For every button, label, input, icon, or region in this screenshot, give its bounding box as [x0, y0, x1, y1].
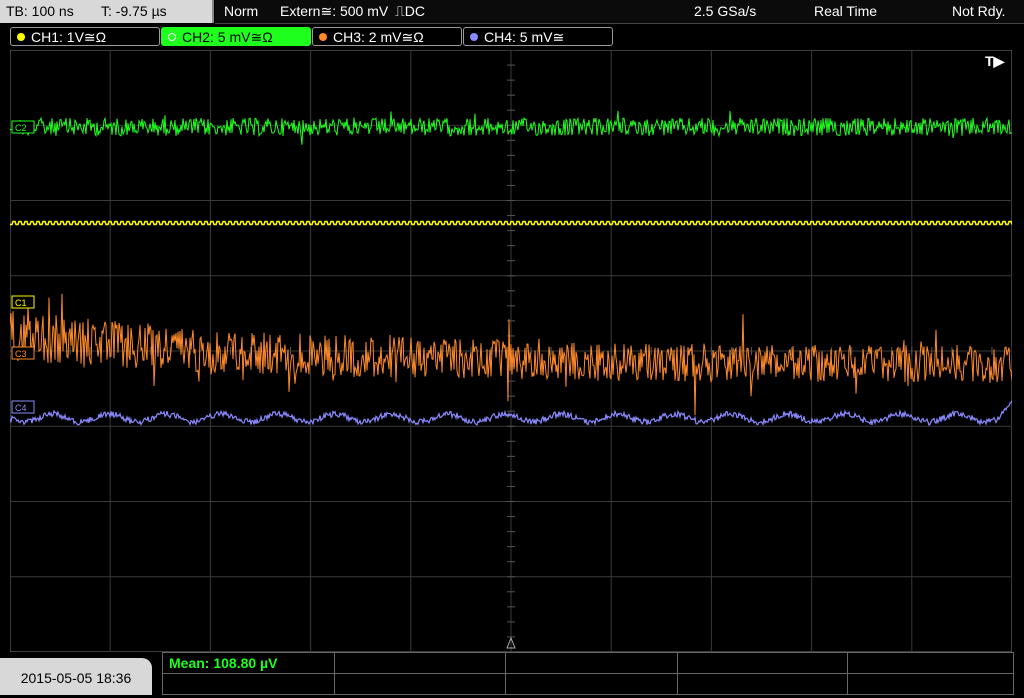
ch1-dot-icon — [17, 33, 25, 41]
c4-offset-marker[interactable]: C4 — [11, 400, 35, 414]
waveform-display[interactable]: C2 C1 C3 C4 T▶ — [10, 50, 1012, 652]
datetime-box: 2015-05-05 18:36 — [0, 658, 152, 695]
trigger-slope-coupling[interactable]: ⎍DC — [395, 0, 425, 23]
measurement-cell-6[interactable] — [163, 673, 335, 695]
measurement-cell-10[interactable] — [848, 673, 1013, 695]
c2-marker-label: C2 — [15, 123, 27, 133]
sample-rate: 2.5 GSa/s — [694, 3, 757, 19]
acquisition-mode: Real Time — [814, 3, 878, 19]
bottom-bar: 2015-05-05 18:36 Mean: 108.80 µV — [0, 652, 1024, 695]
trigger-time-label: T: -9.75 µs — [101, 3, 167, 19]
c4-marker-label: C4 — [15, 403, 27, 413]
ch2-dot-icon — [168, 33, 176, 41]
top-status-bar: TB: 100 ns T: -9.75 µs Norm Extern≅: 500… — [0, 0, 1024, 24]
trigger-mode[interactable]: Norm — [224, 0, 258, 23]
c3-marker-label: C3 — [15, 349, 27, 359]
tab-ch3[interactable]: CH3: 2 mV≅Ω — [312, 27, 462, 46]
measurement-mean: Mean: 108.80 µV — [169, 655, 278, 671]
tab-ch1[interactable]: CH1: 1V≅Ω — [10, 27, 160, 46]
tab-ch4[interactable]: CH4: 5 mV≅ — [463, 27, 613, 46]
timebase-label: TB: 100 ns — [6, 3, 74, 19]
measurement-cell-7[interactable] — [335, 673, 506, 695]
tab-ch2-label: CH2: 5 mV≅Ω — [182, 29, 273, 45]
channel-tabs: CH1: 1V≅Ω CH2: 5 mV≅Ω CH3: 2 mV≅Ω CH4: 5… — [0, 26, 1024, 48]
trigger-position-marker[interactable]: T▶ — [985, 53, 1006, 69]
measurement-cell-3[interactable] — [506, 653, 678, 673]
measurement-cell-4[interactable] — [678, 653, 848, 673]
trigger-source[interactable]: Extern≅: 500 mV — [280, 0, 388, 23]
c1-marker-label: C1 — [15, 298, 27, 308]
measurement-cell-5[interactable] — [848, 653, 1013, 673]
c3-offset-marker[interactable]: C3 — [11, 346, 35, 360]
measurement-cell-2[interactable] — [335, 653, 506, 673]
measurement-cell-9[interactable] — [678, 673, 848, 695]
tab-ch2[interactable]: CH2: 5 mV≅Ω — [161, 27, 311, 46]
c1-offset-marker[interactable]: C1 — [11, 295, 35, 309]
ch3-dot-icon — [319, 33, 327, 41]
tab-ch3-label: CH3: 2 mV≅Ω — [333, 29, 424, 45]
run-status: Not Rdy. — [952, 3, 1006, 19]
timebase-box[interactable]: TB: 100 ns T: -9.75 µs — [0, 0, 214, 23]
measurement-cell-1[interactable]: Mean: 108.80 µV — [163, 653, 335, 673]
tab-ch1-label: CH1: 1V≅Ω — [31, 29, 107, 45]
ch4-dot-icon — [470, 33, 478, 41]
measurement-panel[interactable]: Mean: 108.80 µV — [162, 652, 1014, 695]
measurement-cell-8[interactable] — [506, 673, 678, 695]
tab-ch4-label: CH4: 5 mV≅ — [484, 29, 565, 45]
datetime-label: 2015-05-05 18:36 — [20, 670, 132, 686]
c2-offset-marker[interactable]: C2 — [11, 120, 35, 134]
